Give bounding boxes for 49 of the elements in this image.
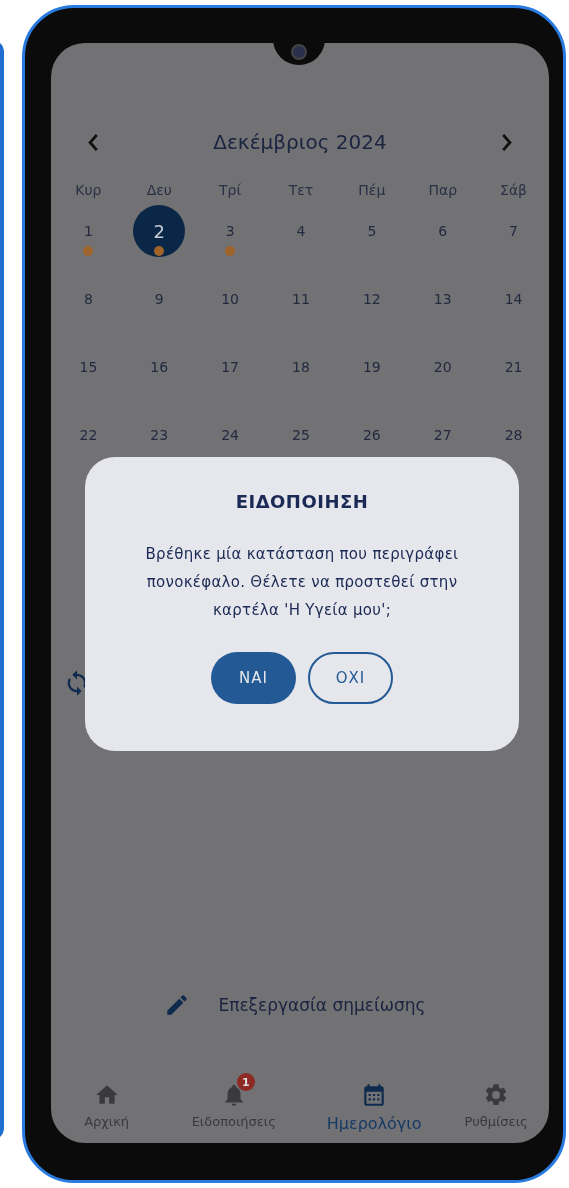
- calendar-day[interactable]: 19: [356, 352, 387, 382]
- settings-icon: [483, 1082, 509, 1108]
- edit-note-link[interactable]: Επεξεργασία σημείωσης: [218, 995, 426, 1015]
- weekday-label: Σάβ: [499, 182, 529, 198]
- calendar-day[interactable]: 8: [73, 284, 104, 314]
- calendar-day[interactable]: 22: [73, 420, 104, 450]
- nav-tab[interactable]: Αρχική: [51, 1070, 163, 1133]
- calendar-day[interactable]: 10: [215, 284, 246, 314]
- calendar-day[interactable]: 2: [133, 205, 186, 257]
- calendar-day[interactable]: 9: [144, 284, 175, 314]
- calendar-day[interactable]: 16: [144, 352, 175, 382]
- calendar-day[interactable]: 28: [498, 420, 529, 450]
- weekday-label: Τετ: [287, 182, 315, 198]
- calendar-day[interactable]: 6: [427, 216, 458, 246]
- dialog-title: ΕΙΔΟΠΟΙΗΣΗ: [234, 491, 370, 512]
- confirm-button[interactable]: ΝΑΙ: [211, 652, 296, 704]
- calendar-day[interactable]: 23: [144, 420, 175, 450]
- previous-month-icon[interactable]: [87, 132, 99, 152]
- calendar-day[interactable]: 17: [215, 352, 246, 382]
- calendar-day[interactable]: 25: [286, 420, 316, 450]
- nav-tab[interactable]: Ρυθμίσεις: [443, 1070, 549, 1133]
- calendar-day[interactable]: 4: [286, 216, 316, 246]
- calendar-day[interactable]: 21: [498, 352, 529, 382]
- calendar-day[interactable]: 12: [356, 284, 387, 314]
- dialog-message: Βρέθηκε μία κατάσταση που περιγράφει πονοκέφαλο. Θέλετε να προστεθεί στην καρτέλα 'Η Υγεία μου';: [144, 544, 460, 621]
- weekday-label: Παρ: [427, 182, 459, 198]
- calendar-day[interactable]: 13: [427, 284, 458, 314]
- notification-badge: 1: [236, 1073, 255, 1091]
- calendar-day[interactable]: 20: [427, 352, 458, 382]
- month-title: Δεκέμβριος 2024: [213, 130, 387, 154]
- calendar-day[interactable]: 7: [498, 216, 529, 246]
- weekday-label: Πέμ: [357, 182, 387, 198]
- calendar-day[interactable]: 3: [215, 216, 246, 246]
- calendar-day[interactable]: 26: [356, 420, 387, 450]
- calendar-day[interactable]: 14: [498, 284, 529, 314]
- weekday-label: Δευ: [145, 182, 173, 198]
- calendar-day[interactable]: 11: [286, 284, 316, 314]
- calendar-day[interactable]: 5: [356, 216, 387, 246]
- cancel-button[interactable]: ΟΧΙ: [308, 652, 393, 704]
- calendar-day[interactable]: 24: [215, 420, 246, 450]
- next-month-icon[interactable]: [501, 132, 513, 152]
- weekday-label: Κυρ: [74, 182, 103, 198]
- calendar-day[interactable]: 15: [73, 352, 104, 382]
- calendar-day[interactable]: 18: [286, 352, 316, 382]
- weekday-label: Τρί: [218, 182, 243, 198]
- nav-tab[interactable]: 1 Ειδοποιήσεις: [162, 1070, 306, 1133]
- calendar-day[interactable]: 27: [427, 420, 458, 450]
- calendar-day[interactable]: 1: [73, 216, 104, 246]
- nav-tab[interactable]: Ημερολόγιο: [305, 1070, 444, 1133]
